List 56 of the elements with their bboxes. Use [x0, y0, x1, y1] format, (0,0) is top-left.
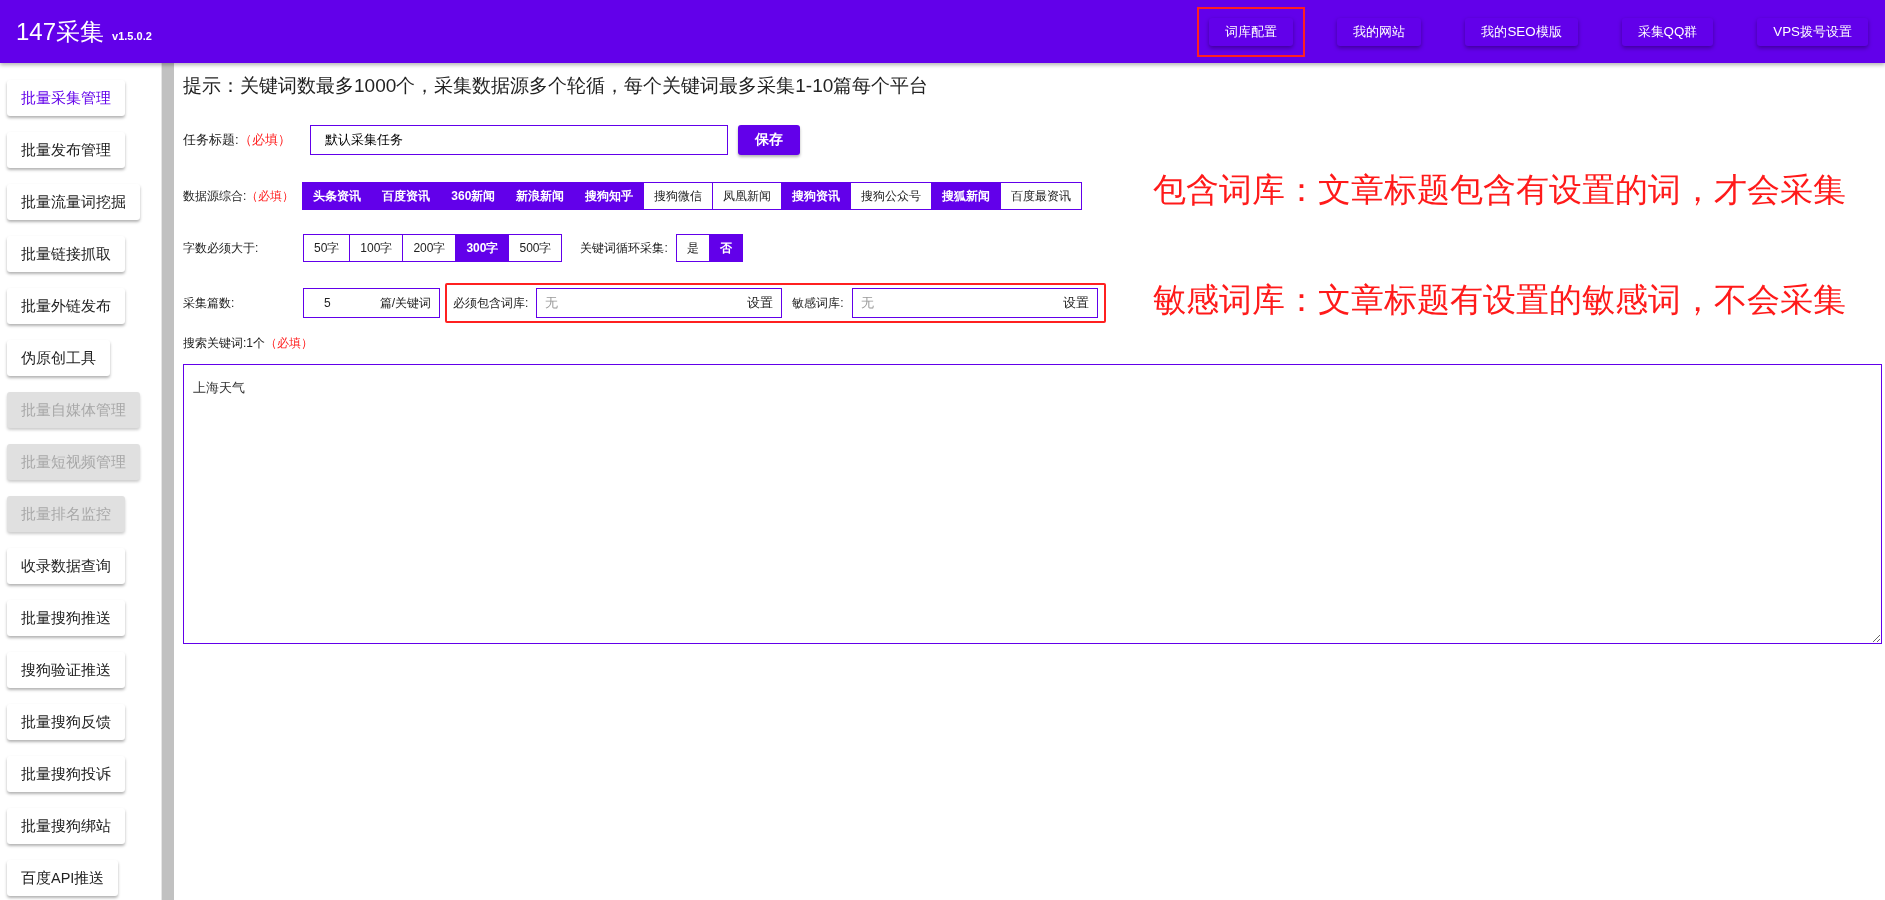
option-toggle[interactable]: 搜狐新闻: [931, 183, 1001, 209]
nav-button[interactable]: VPS拨号设置: [1757, 17, 1868, 46]
sidebar-item[interactable]: 搜狗验证推送: [7, 652, 125, 688]
sidebar-item[interactable]: 批量发布管理: [7, 132, 125, 168]
sidebar-item[interactable]: 批量搜狗反馈: [7, 704, 125, 740]
option-toggle[interactable]: 新浪新闻: [505, 183, 575, 209]
sidebar-item[interactable]: 百度API推送: [7, 860, 119, 896]
sidebar-item[interactable]: 批量外链发布: [7, 288, 125, 324]
placeholder-text: 无: [545, 294, 559, 312]
save-button[interactable]: 保存: [737, 125, 800, 155]
option-toggle[interactable]: 头条资讯: [303, 183, 372, 209]
field-label: 搜索关键词:1个: [183, 335, 265, 352]
field-label: 采集篇数:: [183, 294, 236, 312]
unit-label: 篇/关键词: [379, 294, 431, 312]
nav-button[interactable]: 我的SEO模版: [1465, 17, 1578, 46]
scrollbar[interactable]: [161, 63, 174, 900]
field-label: 必须包含词库:: [453, 294, 529, 312]
nav-button[interactable]: 采集QQ群: [1621, 17, 1714, 46]
field-label: 敏感词库:: [792, 294, 844, 312]
option-toggle[interactable]: 300字: [455, 235, 509, 261]
library-field[interactable]: 无 设置: [851, 288, 1098, 318]
required-mark: （必填）: [238, 131, 292, 149]
required-mark: （必填）: [265, 335, 313, 352]
sidebar-item[interactable]: 批量链接抓取: [7, 236, 125, 272]
sidebar-item[interactable]: 伪原创工具: [7, 340, 110, 376]
task-title-input[interactable]: 默认采集任务: [309, 125, 728, 155]
field-label: 字数必须大于:: [183, 239, 260, 257]
hint-text: 提示：关键词数最多1000个，采集数据源多个轮循，每个关键词最多采集1-10篇每个平台: [183, 74, 930, 98]
placeholder-text: 无: [860, 294, 874, 312]
keywords-textarea[interactable]: 上海天气: [183, 364, 1882, 644]
option-toggle[interactable]: 搜狗资讯: [781, 183, 851, 209]
nav-button[interactable]: 词库配置: [1209, 17, 1294, 46]
option-toggle[interactable]: 百度资讯: [371, 183, 441, 209]
option-toggle[interactable]: 360新闻: [440, 183, 506, 209]
count-input[interactable]: 5 篇/关键词: [303, 288, 440, 318]
count-value: 5: [324, 296, 331, 310]
option-toggle[interactable]: 搜狗知乎: [574, 183, 644, 209]
sidebar-item[interactable]: 批量搜狗投诉: [7, 756, 125, 792]
annotation-text: 敏感词库：文章标题有设置的敏感词，不会采集: [1153, 280, 1846, 320]
sidebar-item[interactable]: 批量流量词挖掘: [7, 184, 140, 220]
nav-button[interactable]: 我的网站: [1337, 17, 1422, 46]
library-field[interactable]: 无 设置: [536, 288, 783, 318]
field-label: 数据源综合:: [183, 187, 247, 205]
version-label: v1.5.0.2: [112, 29, 152, 42]
sidebar-item[interactable]: 收录数据查询: [7, 548, 125, 584]
field-label: 任务标题:: [183, 131, 239, 149]
sidebar-item[interactable]: 批量采集管理: [7, 80, 125, 116]
set-link[interactable]: 设置: [747, 294, 774, 312]
option-toggle[interactable]: 否: [708, 235, 742, 261]
required-mark: （必填）: [246, 187, 296, 205]
app-title: 147采集: [16, 16, 105, 47]
sidebar-item[interactable]: 批量搜狗绑站: [7, 808, 125, 844]
set-link[interactable]: 设置: [1062, 294, 1089, 312]
annotation-text: 包含词库：文章标题包含有设置的词，才会采集: [1153, 170, 1846, 210]
sidebar-item[interactable]: 批量搜狗推送: [7, 600, 125, 636]
field-label: 关键词循环采集:: [580, 239, 668, 257]
